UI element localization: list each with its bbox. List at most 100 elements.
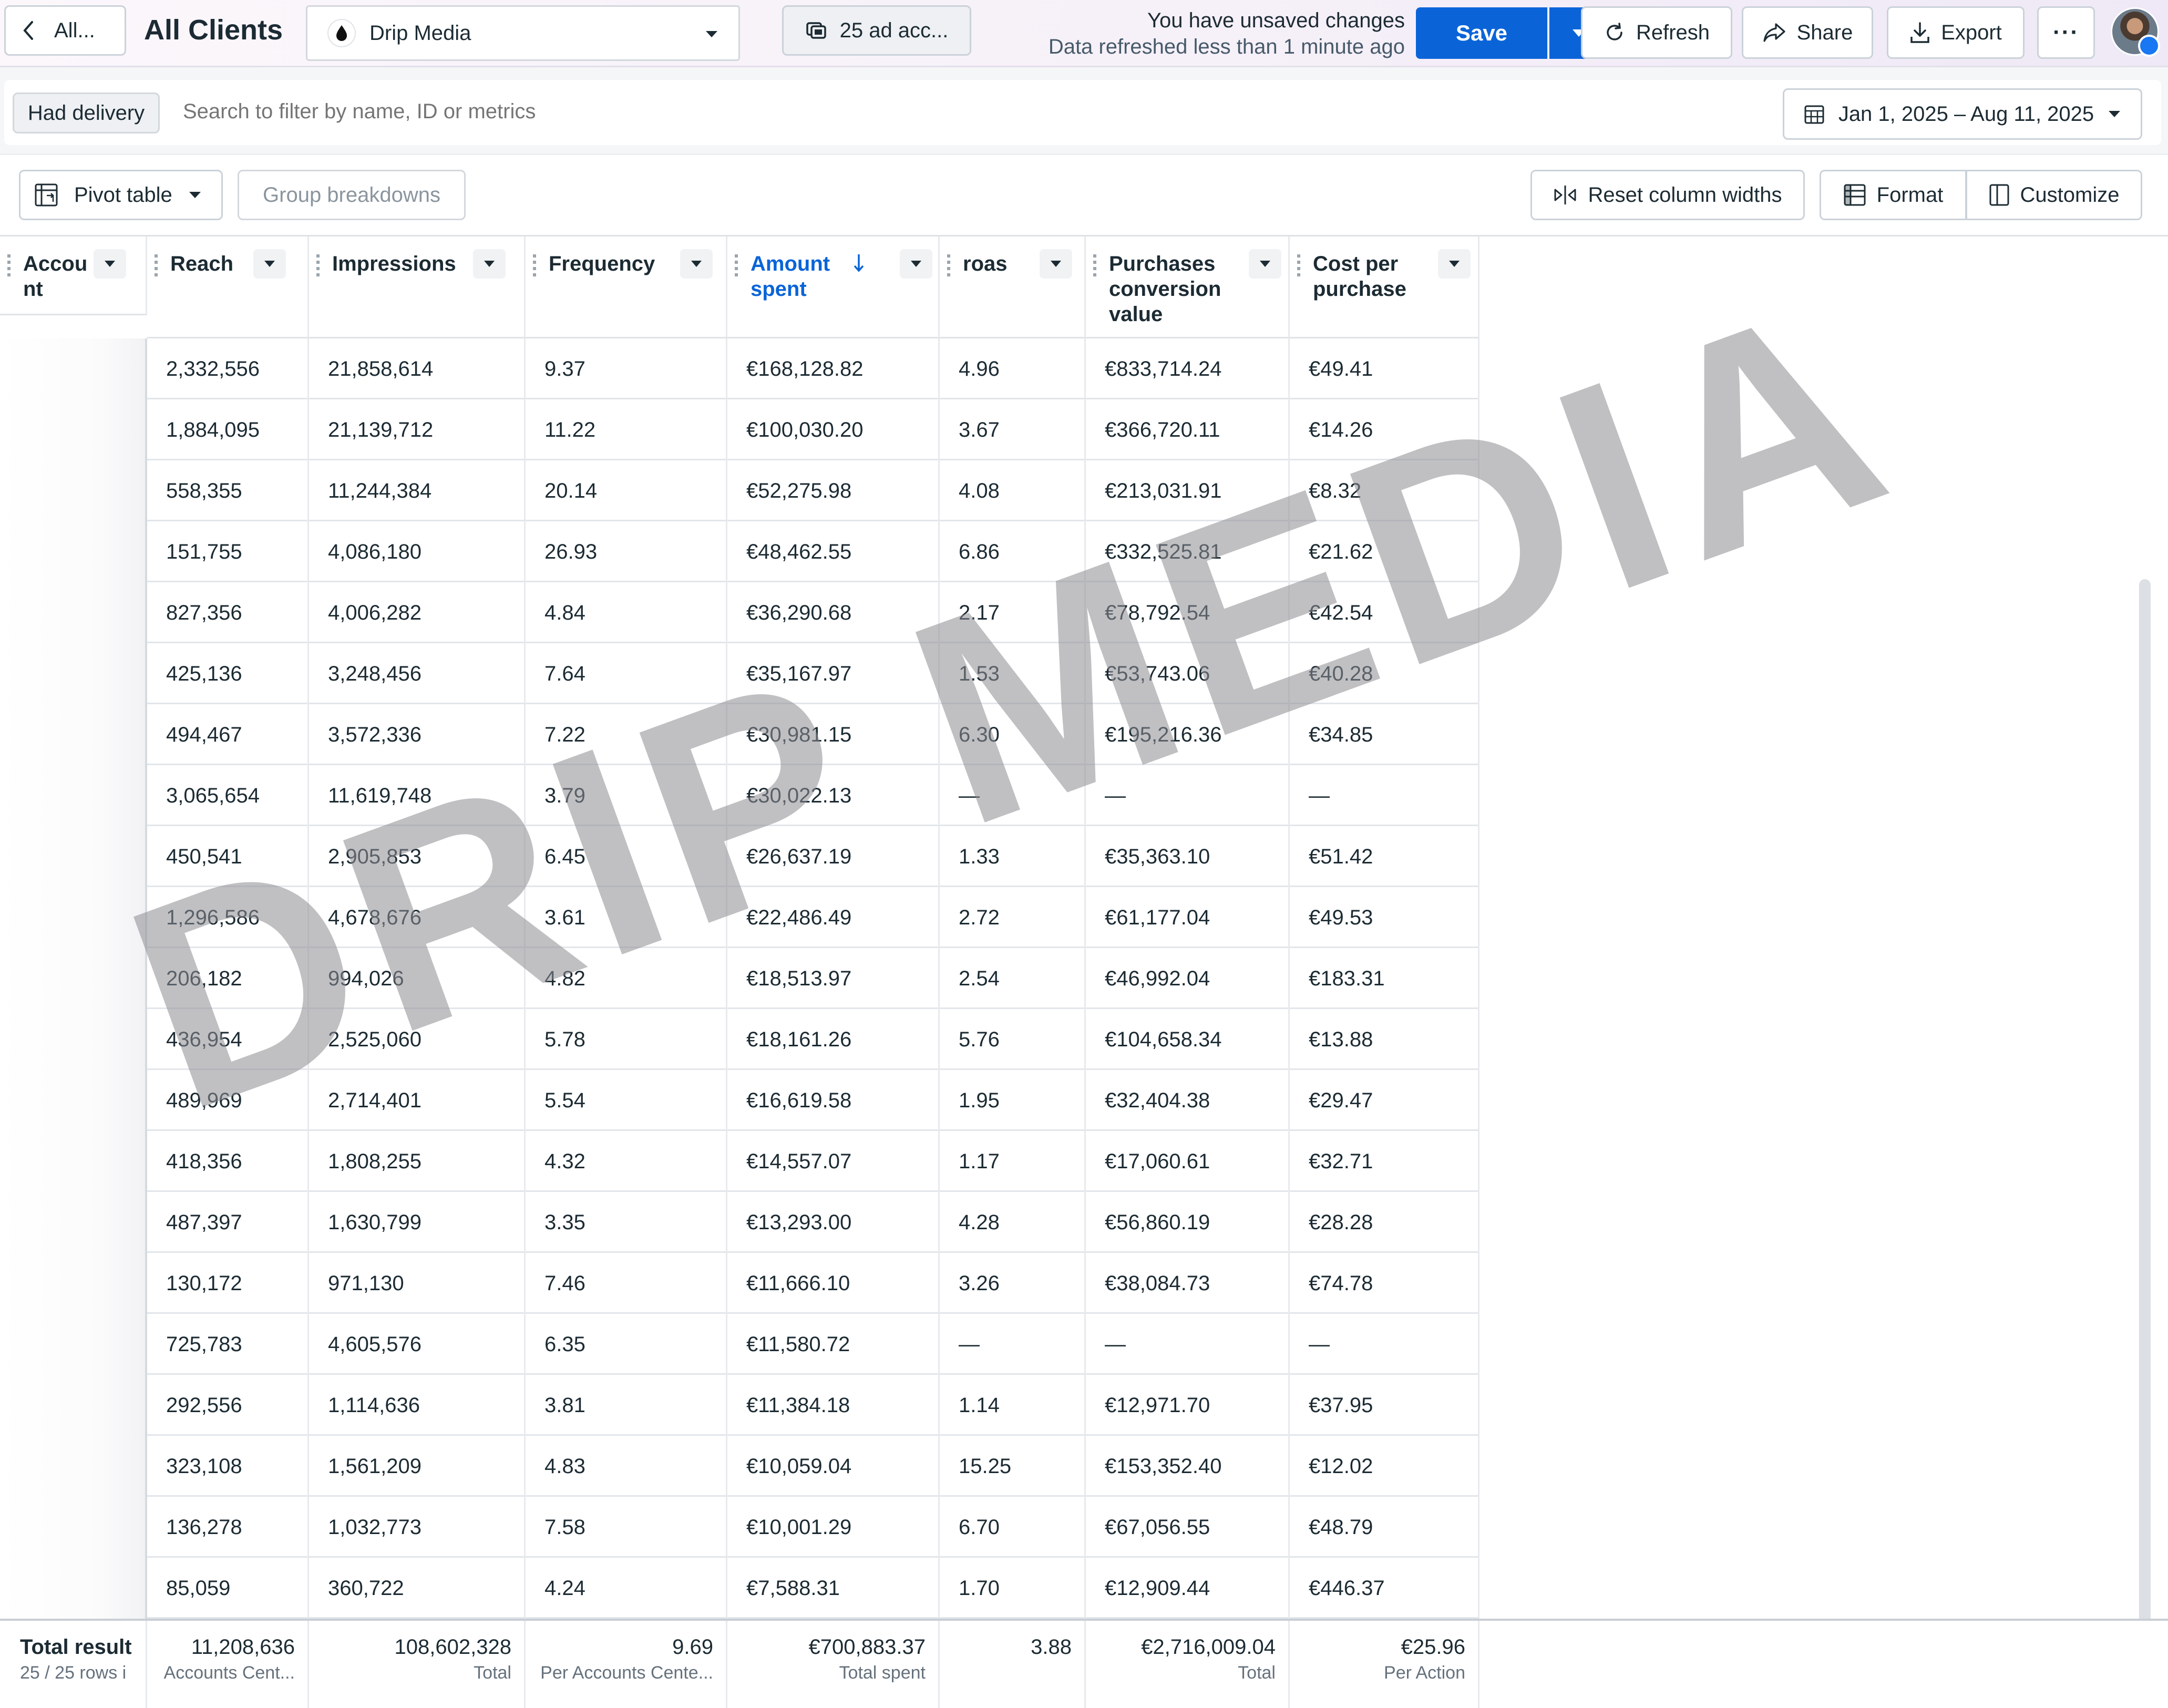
export-button[interactable]: Export: [1887, 6, 2025, 59]
column-menu-button[interactable]: [1040, 249, 1072, 279]
cell-reach: 1,296,586: [147, 887, 309, 948]
table-row[interactable]: 725,783 4,605,576 6.35 €11,580.72— — —: [147, 1314, 1479, 1375]
cell-impressions: 1,114,636: [309, 1375, 526, 1436]
table-row[interactable]: 1,884,095 21,139,712 11.22 €100,030.20 3.67 €…: [147, 399, 1479, 460]
table-row[interactable]: 418,356 1,808,255 4.32 €14,557.07 1.17 €17,06…: [147, 1131, 1479, 1192]
search-input[interactable]: [183, 100, 971, 124]
column-header-account-name[interactable]: Accountname: [0, 236, 147, 315]
cell-cost-per-purchase: €40.28: [1290, 643, 1479, 704]
column-menu-button[interactable]: [253, 249, 286, 279]
cell-frequency: 4.84: [526, 582, 727, 643]
cell-frequency: 3.35: [526, 1192, 727, 1253]
column-menu-button[interactable]: [900, 249, 932, 279]
column-menu-button[interactable]: [473, 249, 506, 279]
column-header-roas[interactable]: roas: [940, 236, 1086, 338]
column-header-impressions[interactable]: Impressions: [309, 236, 526, 338]
drag-handle-icon[interactable]: [1297, 254, 1300, 277]
drag-handle-icon[interactable]: [155, 254, 158, 277]
cell-impressions: 971,130: [309, 1253, 526, 1314]
drag-handle-icon[interactable]: [7, 254, 11, 277]
customize-button[interactable]: Customize: [1966, 170, 2142, 220]
header-line: spent: [751, 277, 807, 301]
cell-cost-per-purchase: €14.26: [1290, 399, 1479, 460]
column-header-cost-per-purchase[interactable]: Cost per purchase: [1290, 236, 1479, 338]
cell-impressions: 21,139,712: [309, 399, 526, 460]
column-menu-button[interactable]: [94, 249, 126, 279]
cell-amount-spent: €100,030.20: [727, 399, 940, 460]
column-header-label: Purchases conversion value: [1109, 251, 1221, 327]
table-row[interactable]: 487,397 1,630,799 3.35 €13,293.00 4.28 €56,86…: [147, 1192, 1479, 1253]
table-row[interactable]: 2,332,556 21,858,614 9.37 €168,128.82 4.96 €8…: [147, 338, 1479, 399]
unsaved-status: You have unsaved changes Data refreshed …: [1049, 7, 1405, 60]
table-row[interactable]: 206,182 994,026 4.82 €18,513.97 2.54 €46,992.…: [147, 948, 1479, 1009]
cell-amount-spent: €26,637.19: [727, 826, 940, 887]
column-menu-button[interactable]: [1249, 249, 1281, 279]
table-row[interactable]: 130,172 971,130 7.46 €11,666.10 3.26 €38,084.…: [147, 1253, 1479, 1314]
cell-roas: 3.26: [940, 1253, 1086, 1314]
table-row[interactable]: 494,467 3,572,336 7.22 €30,981.15 6.30 €195,2…: [147, 704, 1479, 765]
refresh-button[interactable]: Refresh: [1581, 6, 1732, 59]
back-button[interactable]: All...: [4, 5, 126, 56]
caret-down-icon: [264, 261, 275, 267]
cell-reach: 489,969: [147, 1070, 309, 1131]
drag-handle-icon[interactable]: [735, 254, 738, 277]
table-row[interactable]: 323,108 1,561,209 4.83 €10,059.04 15.25 €153,…: [147, 1436, 1479, 1497]
table-row[interactable]: 3,065,654 11,619,748 3.79 €30,022.13— — —: [147, 765, 1479, 826]
table-row[interactable]: 85,059 360,722 4.24 €7,588.31 1.70 €12,909.44…: [147, 1558, 1479, 1619]
account-selector[interactable]: Drip Media: [306, 5, 740, 61]
share-icon: [1763, 23, 1785, 42]
drag-handle-icon[interactable]: [533, 254, 536, 277]
cell-purchases-conversion-value: €67,056.55: [1086, 1497, 1290, 1558]
column-header-frequency[interactable]: Frequency: [526, 236, 727, 338]
table-row[interactable]: 136,278 1,032,773 7.58 €10,001.29 6.70 €67,05…: [147, 1497, 1479, 1558]
column-header-amount-spent[interactable]: Amount spent: [727, 236, 940, 338]
cell-roas: 5.76: [940, 1009, 1086, 1070]
column-header-purchases-conversion-value[interactable]: Purchases conversion value: [1086, 236, 1290, 338]
cell-purchases-conversion-value: €332,525.81: [1086, 521, 1290, 582]
cell-purchases-conversion-value: €78,792.54: [1086, 582, 1290, 643]
group-breakdowns-button[interactable]: Group breakdowns: [238, 170, 466, 220]
total-subtext: Total spent: [839, 1663, 926, 1683]
table-row[interactable]: 1,296,586 4,678,676 3.61 €22,486.49 2.72 €61,…: [147, 887, 1479, 948]
reset-column-widths-button[interactable]: Reset column widths: [1530, 170, 1805, 220]
save-button[interactable]: Save: [1416, 7, 1547, 59]
table-row[interactable]: 558,355 11,244,384 20.14 €52,275.98 4.08 €213…: [147, 460, 1479, 521]
cell-impressions: 2,905,853: [309, 826, 526, 887]
format-button[interactable]: Format: [1820, 170, 1967, 220]
vertical-scrollbar[interactable]: [2139, 579, 2151, 1630]
drag-handle-icon[interactable]: [1093, 254, 1096, 277]
cell-purchases-conversion-value: €56,860.19: [1086, 1192, 1290, 1253]
column-menu-button[interactable]: [680, 249, 713, 279]
drag-handle-icon[interactable]: [947, 254, 950, 277]
table-row[interactable]: 827,356 4,006,282 4.84 €36,290.68 2.17 €78,79…: [147, 582, 1479, 643]
more-icon: ···: [2053, 19, 2079, 45]
pivot-table-button[interactable]: Pivot table: [19, 170, 223, 220]
table-row[interactable]: 489,969 2,714,401 5.54 €16,619.58 1.95 €32,40…: [147, 1070, 1479, 1131]
more-options-button[interactable]: ···: [2037, 6, 2095, 59]
had-delivery-chip[interactable]: Had delivery: [13, 92, 160, 133]
total-frequency: 9.69 Per Accounts Cente...: [526, 1621, 727, 1708]
table-body: 2,332,556 21,858,614 9.37 €168,128.82 4.96 €8…: [0, 338, 2168, 1619]
share-button[interactable]: Share: [1742, 6, 1873, 59]
drag-handle-icon[interactable]: [316, 254, 320, 277]
table-row[interactable]: 151,755 4,086,180 26.93 €48,462.55 6.86 €332,…: [147, 521, 1479, 582]
ad-accounts-button[interactable]: 25 ad acc...: [782, 5, 971, 56]
cell-roas: —: [940, 1314, 1086, 1375]
cell-impressions: 2,714,401: [309, 1070, 526, 1131]
cell-impressions: 3,248,456: [309, 643, 526, 704]
cell-impressions: 994,026: [309, 948, 526, 1009]
header-line: name: [23, 302, 87, 306]
date-range-picker[interactable]: Jan 1, 2025 – Aug 11, 2025: [1783, 88, 2142, 140]
cell-amount-spent: €22,486.49: [727, 887, 940, 948]
table-row[interactable]: 292,556 1,114,636 3.81 €11,384.18 1.14 €12,97…: [147, 1375, 1479, 1436]
table-row[interactable]: 436,954 2,525,060 5.78 €18,161.26 5.76 €104,6…: [147, 1009, 1479, 1070]
table-row[interactable]: 425,136 3,248,456 7.64 €35,167.97 1.53 €53,74…: [147, 643, 1479, 704]
cell-frequency: 11.22: [526, 399, 727, 460]
total-subtext: Total: [1238, 1663, 1276, 1683]
total-value: 3.88: [1031, 1635, 1072, 1659]
column-header-reach[interactable]: Reach: [147, 236, 309, 338]
cell-cost-per-purchase: €49.41: [1290, 338, 1479, 399]
column-menu-button[interactable]: [1438, 249, 1471, 279]
table-row[interactable]: 450,541 2,905,853 6.45 €26,637.19 1.33 €35,36…: [147, 826, 1479, 887]
sort-descending-icon[interactable]: [852, 252, 865, 273]
